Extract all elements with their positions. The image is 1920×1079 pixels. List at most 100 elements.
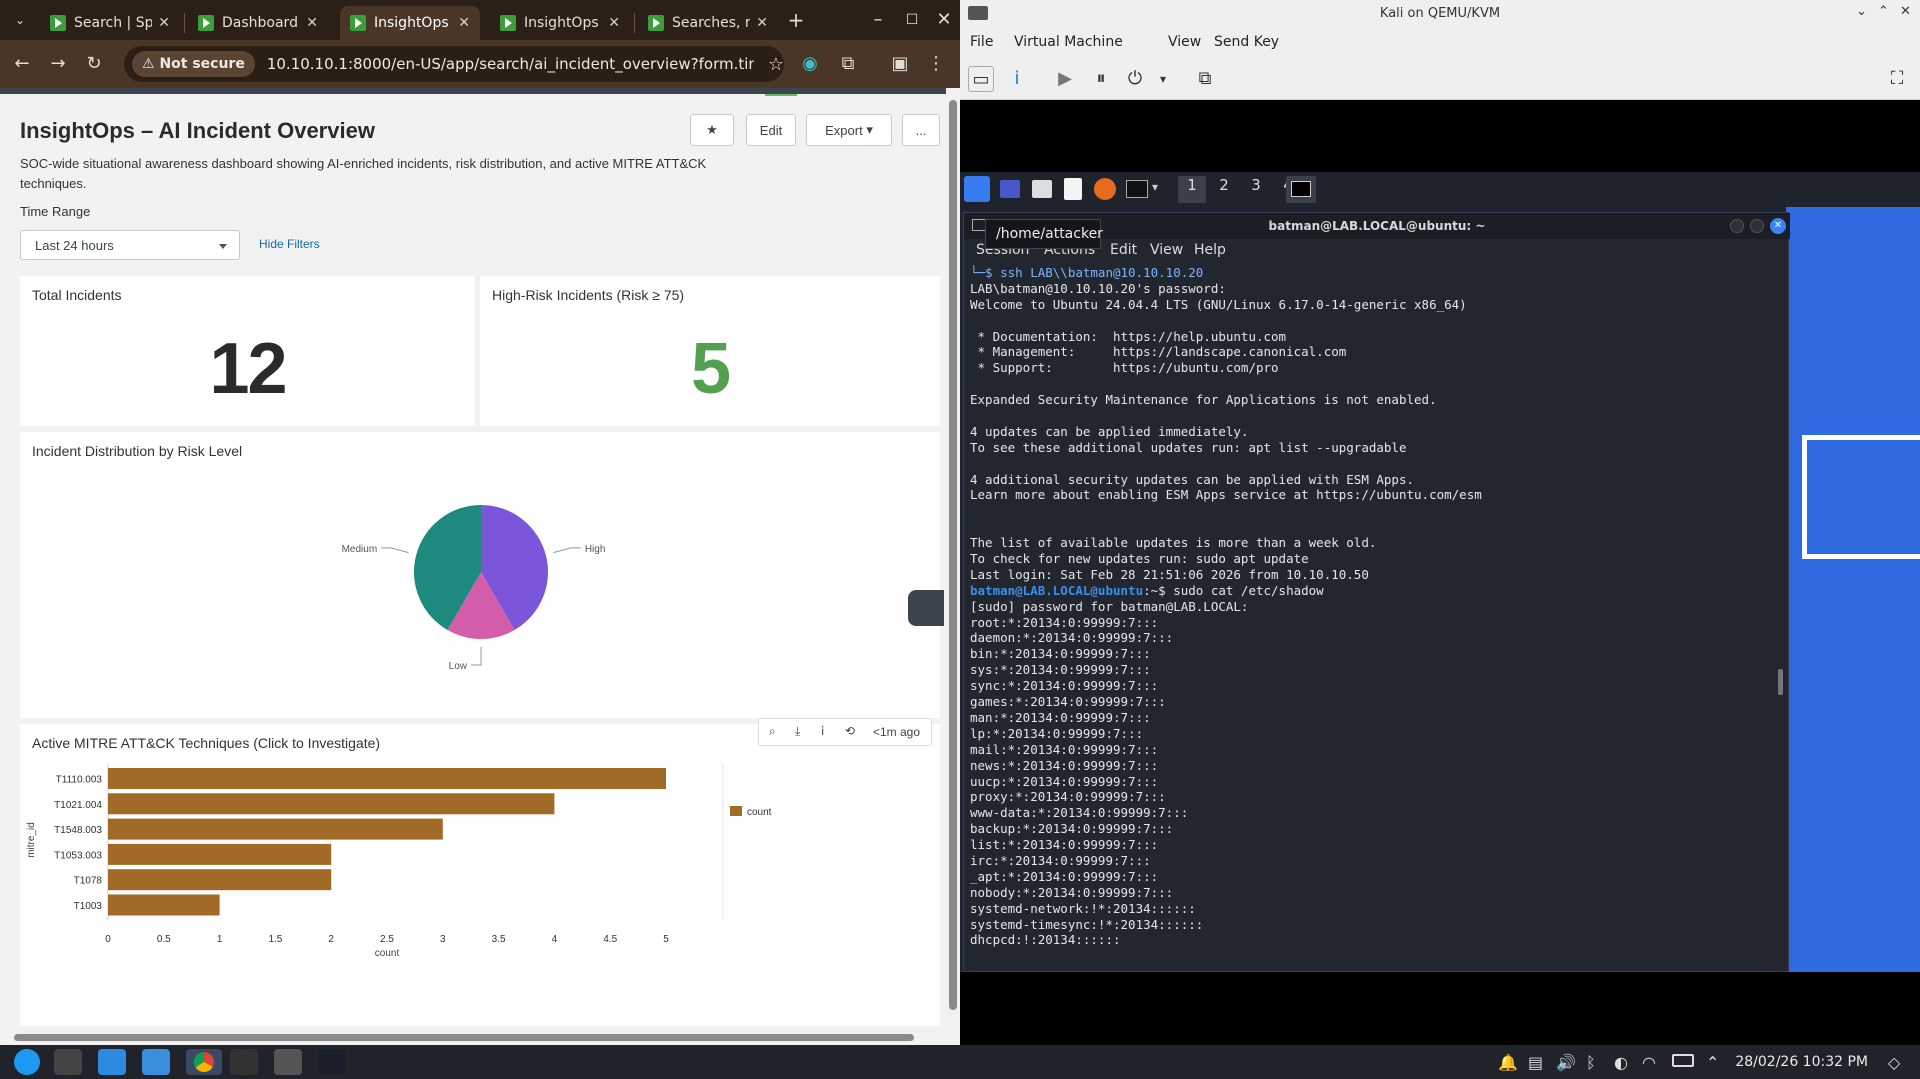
arch-app-icon[interactable] <box>318 1049 346 1075</box>
minimize-icon[interactable]: – <box>864 6 892 34</box>
edit-button[interactable]: Edit <box>746 114 796 146</box>
vm-close-icon[interactable]: ✕ <box>1900 4 1911 19</box>
more-actions-button[interactable]: ... <box>902 114 940 146</box>
legend-label[interactable]: count <box>747 807 772 818</box>
chrome-taskbar-icon[interactable] <box>186 1049 222 1075</box>
not-secure-badge[interactable]: ⚠ Not secure <box>132 51 255 77</box>
horizontal-scrollbar[interactable] <box>0 1030 946 1045</box>
snapshots-icon[interactable]: ⧉ <box>1192 66 1218 92</box>
store-icon[interactable] <box>98 1049 126 1075</box>
terminal-scrollbar[interactable] <box>1778 669 1783 695</box>
address-bar[interactable]: ⚠ Not secure 10.10.10.1:8000/en-US/app/s… <box>124 46 784 82</box>
browser-tab[interactable]: InsightOps ✕ <box>490 6 630 40</box>
app-launcher-icon[interactable] <box>14 1049 40 1075</box>
fullscreen-icon[interactable]: ⛶ <box>1884 66 1910 92</box>
tab-close-icon[interactable]: ✕ <box>306 15 318 31</box>
total-incidents-value[interactable]: 12 <box>20 328 475 410</box>
url-text[interactable]: 10.10.10.1:8000/en-US/app/search/ai_inci… <box>267 55 754 73</box>
vm-minimize-icon[interactable]: ⌄ <box>1856 4 1867 19</box>
firefox-icon[interactable] <box>1094 178 1116 200</box>
terminal-maximize-icon[interactable] <box>1750 219 1764 233</box>
vertical-scrollbar[interactable] <box>946 88 960 1030</box>
file-manager-icon[interactable] <box>1032 180 1052 198</box>
virt-manager-icon[interactable] <box>274 1049 302 1075</box>
bar-T1548.003[interactable] <box>108 818 443 840</box>
pause-icon[interactable]: ⏸ <box>1088 66 1114 92</box>
power-icon[interactable]: ⏻ <box>1122 66 1148 92</box>
high-risk-value[interactable]: 5 <box>480 328 940 410</box>
task-manager-icon[interactable] <box>54 1049 82 1075</box>
browser-tab[interactable]: InsightOps ✕ <box>340 6 480 40</box>
bar-T1078[interactable] <box>108 869 332 891</box>
power-menu-chevron-icon[interactable]: ▾ <box>1150 66 1176 92</box>
bluetooth-icon[interactable]: ᛒ <box>1586 1053 1596 1072</box>
bar-T1021.004[interactable] <box>108 793 555 815</box>
browser-tab[interactable]: Dashboard ✕ <box>188 6 328 40</box>
active-window-button[interactable] <box>1286 176 1316 203</box>
forward-icon[interactable]: → <box>44 50 72 78</box>
konsole-icon[interactable] <box>230 1049 258 1075</box>
close-window-icon[interactable]: ✕ <box>930 6 958 34</box>
tab-close-icon[interactable]: ✕ <box>458 15 470 31</box>
browser-tab[interactable]: Search | Sp ✕ <box>40 6 180 40</box>
tab-close-icon[interactable]: ✕ <box>608 15 620 31</box>
floating-assistant-button[interactable] <box>908 590 944 626</box>
terminal-menu-item[interactable]: Help <box>1194 242 1226 258</box>
tray-expand-icon[interactable]: ⌃ <box>1706 1053 1719 1072</box>
console-view-icon[interactable]: ▭ <box>968 66 994 92</box>
reload-icon[interactable]: ↻ <box>80 50 108 78</box>
time-range-dropdown[interactable]: Last 24 hours <box>20 230 240 260</box>
terminal-menu-item[interactable]: Edit <box>1110 242 1137 258</box>
favorite-star-button[interactable]: ★ <box>690 114 734 146</box>
notifications-icon[interactable]: 🔔 <box>1498 1053 1518 1072</box>
extension-icon[interactable]: ◉ <box>796 50 824 78</box>
kali-menu-icon[interactable] <box>964 176 990 202</box>
terminal-minimize-icon[interactable] <box>1730 219 1744 233</box>
taskbar-clock[interactable]: 28/02/26 10:32 PM <box>1735 1054 1868 1070</box>
battery-icon[interactable] <box>1672 1054 1694 1067</box>
tab-close-icon[interactable]: ✕ <box>756 15 768 31</box>
workspace-3[interactable]: 3 <box>1242 176 1270 203</box>
bar-T1110.003[interactable] <box>108 768 666 789</box>
details-info-icon[interactable]: ⅰ <box>1004 66 1030 92</box>
terminal-menu-chevron-icon[interactable]: ▾ <box>1152 180 1158 194</box>
bookmark-star-icon[interactable]: ☆ <box>768 54 784 75</box>
run-icon[interactable]: ▶ <box>1052 66 1078 92</box>
vm-menu-item[interactable]: Virtual Machine <box>1014 34 1123 50</box>
terminal-close-icon[interactable]: ✕ <box>1770 218 1786 234</box>
show-desktop-icon[interactable] <box>1000 180 1020 198</box>
chrome-menu-icon[interactable]: ⋮ <box>922 50 950 78</box>
terminal-output[interactable]: └─$ ssh LAB\\batman@10.10.10.20 LAB\batma… <box>970 265 1782 965</box>
clipboard-icon[interactable]: ▤ <box>1528 1053 1543 1072</box>
terminal-line: irc:*:20134:0:99999:7::: <box>970 852 1151 868</box>
profile-avatar[interactable]: ▣ <box>886 50 914 78</box>
workspace-2[interactable]: 2 <box>1210 176 1238 203</box>
wifi-icon[interactable]: ◠ <box>1642 1053 1656 1072</box>
text-editor-icon[interactable] <box>1064 178 1082 200</box>
bar-T1053.003[interactable] <box>108 843 332 865</box>
back-icon[interactable]: ← <box>8 50 36 78</box>
files-icon[interactable] <box>142 1049 170 1075</box>
vpn-icon[interactable]: ◐ <box>1614 1053 1628 1072</box>
guest-display[interactable]: ▾ 1234 batman@LAB.LOCAL@ubuntu: ~ ✕ Sess… <box>960 101 1920 1045</box>
new-tab-button[interactable]: + <box>782 6 810 34</box>
workspace-1[interactable]: 1 <box>1178 176 1206 203</box>
vm-menu-item[interactable]: View <box>1168 34 1201 50</box>
vm-maximize-icon[interactable]: ⌃ <box>1878 4 1889 19</box>
tab-search-dropdown-icon[interactable]: ⌄ <box>6 6 34 34</box>
tab-close-icon[interactable]: ✕ <box>158 15 170 31</box>
export-button[interactable]: Export ▾ <box>806 114 892 146</box>
browser-tab[interactable]: Searches, r ✕ <box>638 6 778 40</box>
bar-T1003[interactable] <box>108 894 220 916</box>
hide-filters-link[interactable]: Hide Filters <box>259 237 320 251</box>
maximize-icon[interactable]: ☐ <box>898 6 926 34</box>
vm-menu-item[interactable]: File <box>970 34 993 50</box>
volume-icon[interactable]: 🔊 <box>1556 1053 1576 1072</box>
show-desktop-button[interactable]: ◇ <box>1888 1053 1900 1072</box>
terminal-menu-item[interactable]: View <box>1150 242 1183 258</box>
terminal-window[interactable]: batman@LAB.LOCAL@ubuntu: ~ ✕ Session Acti… <box>963 212 1790 972</box>
terminal-launcher-icon[interactable] <box>1126 180 1148 198</box>
puzzle-extensions-icon[interactable]: ⧉ <box>834 50 862 78</box>
vm-menu-item[interactable]: Send Key <box>1214 34 1279 50</box>
